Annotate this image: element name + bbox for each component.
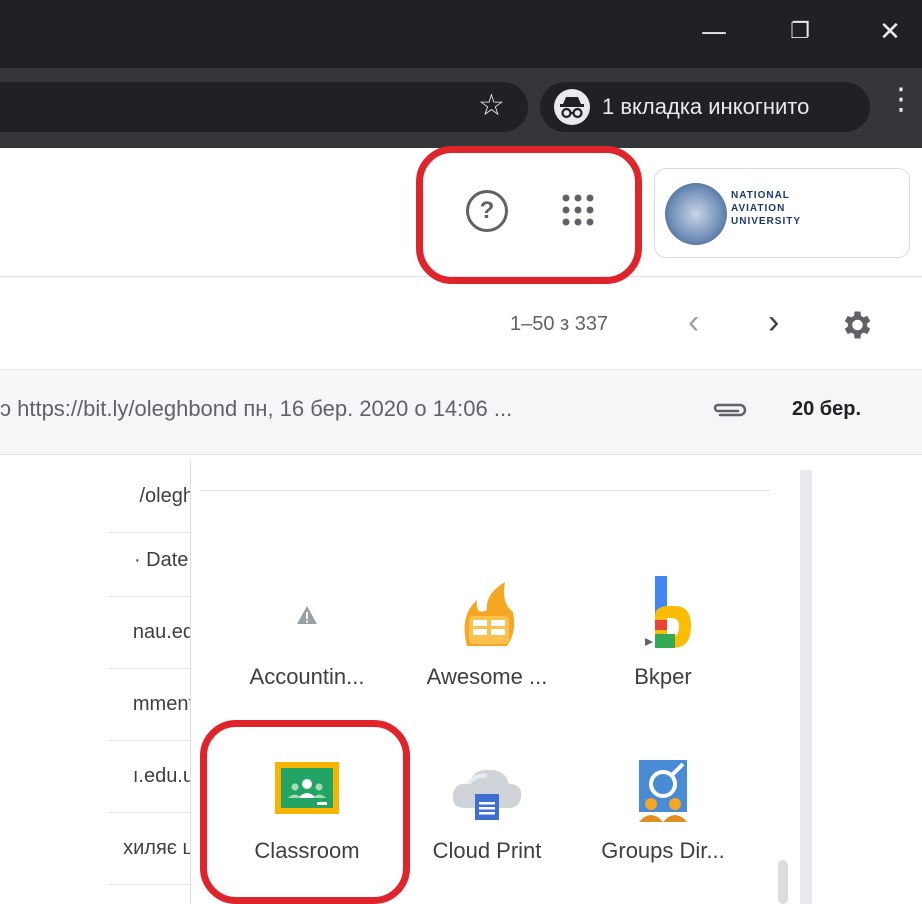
background-mail-list: /olegh · Date: nau.ed mment ı.edu.u хиля… xyxy=(108,460,194,904)
app-groups-directory[interactable]: Groups Dir... xyxy=(578,730,748,890)
warning-icon xyxy=(267,576,347,656)
incognito-icon xyxy=(554,89,590,125)
app-bkper[interactable]: Bkper xyxy=(578,556,748,716)
app-accounting[interactable]: Accountin... xyxy=(222,556,392,716)
list-fragment: nau.ed xyxy=(108,596,194,669)
address-bar[interactable]: ☆ xyxy=(0,82,528,132)
university-logo-text: NATIONAL AVIATION UNIVERSITY xyxy=(731,190,802,227)
app-awesome-table[interactable]: Awesome ... xyxy=(402,556,572,716)
apps-scrollbar-thumb[interactable] xyxy=(778,860,788,904)
list-fragment: /olegh xyxy=(108,460,194,533)
cloud-print-icon xyxy=(447,750,527,830)
panel-scrollbar[interactable] xyxy=(800,470,812,904)
list-fragment: · Date: xyxy=(108,524,194,597)
incognito-badge[interactable]: 1 вкладка инкогнито xyxy=(540,82,870,132)
app-cloud-print[interactable]: Cloud Print xyxy=(402,730,572,890)
highlight-apps-launcher xyxy=(416,146,642,284)
minimize-button[interactable]: — xyxy=(694,12,734,52)
settings-gear-icon[interactable] xyxy=(838,307,874,343)
mail-list-toolbar: 1–50 з 337 ‹ › xyxy=(0,277,922,370)
app-label: Bkper xyxy=(634,664,692,689)
attachment-icon xyxy=(710,398,750,422)
close-button[interactable]: ✕ xyxy=(870,12,910,52)
app-label: Awesome ... xyxy=(426,664,548,689)
restore-button[interactable]: ❐ xyxy=(780,12,820,52)
highlight-classroom xyxy=(200,720,410,904)
bookmark-star-icon[interactable]: ☆ xyxy=(478,88,505,123)
groups-directory-icon xyxy=(623,750,703,830)
panel-divider xyxy=(200,490,770,491)
app-label: Accountin... xyxy=(249,664,365,689)
browser-titlebar: — ❐ ✕ xyxy=(0,0,922,68)
app-label: Cloud Print xyxy=(432,838,542,863)
list-fragment: mment xyxy=(108,668,194,741)
pagination-text: 1–50 з 337 xyxy=(510,313,609,335)
prev-page-icon[interactable]: ‹ xyxy=(688,303,699,342)
university-emblem-icon xyxy=(665,183,727,245)
app-label: Groups Dir... xyxy=(601,838,725,863)
list-fragment: ı.edu.u xyxy=(108,740,194,813)
awesome-table-icon xyxy=(447,576,527,656)
mail-date: 20 бер. xyxy=(792,398,862,420)
mail-row[interactable]: ɔ https://bit.ly/oleghbond пн, 16 бер. 2… xyxy=(0,370,922,455)
browser-toolbar: ☆ 1 вкладка инкогнито ⋮ xyxy=(0,68,922,148)
chrome-menu-icon[interactable]: ⋮ xyxy=(886,82,916,117)
mail-snippet: ɔ https://bit.ly/oleghbond пн, 16 бер. 2… xyxy=(0,396,513,421)
next-page-icon[interactable]: › xyxy=(768,303,779,342)
incognito-label: 1 вкладка инкогнито xyxy=(602,94,810,119)
account-logo[interactable]: NATIONAL AVIATION UNIVERSITY xyxy=(654,168,910,258)
list-fragment: хиляє ц xyxy=(108,812,194,885)
bkper-icon xyxy=(623,576,703,656)
